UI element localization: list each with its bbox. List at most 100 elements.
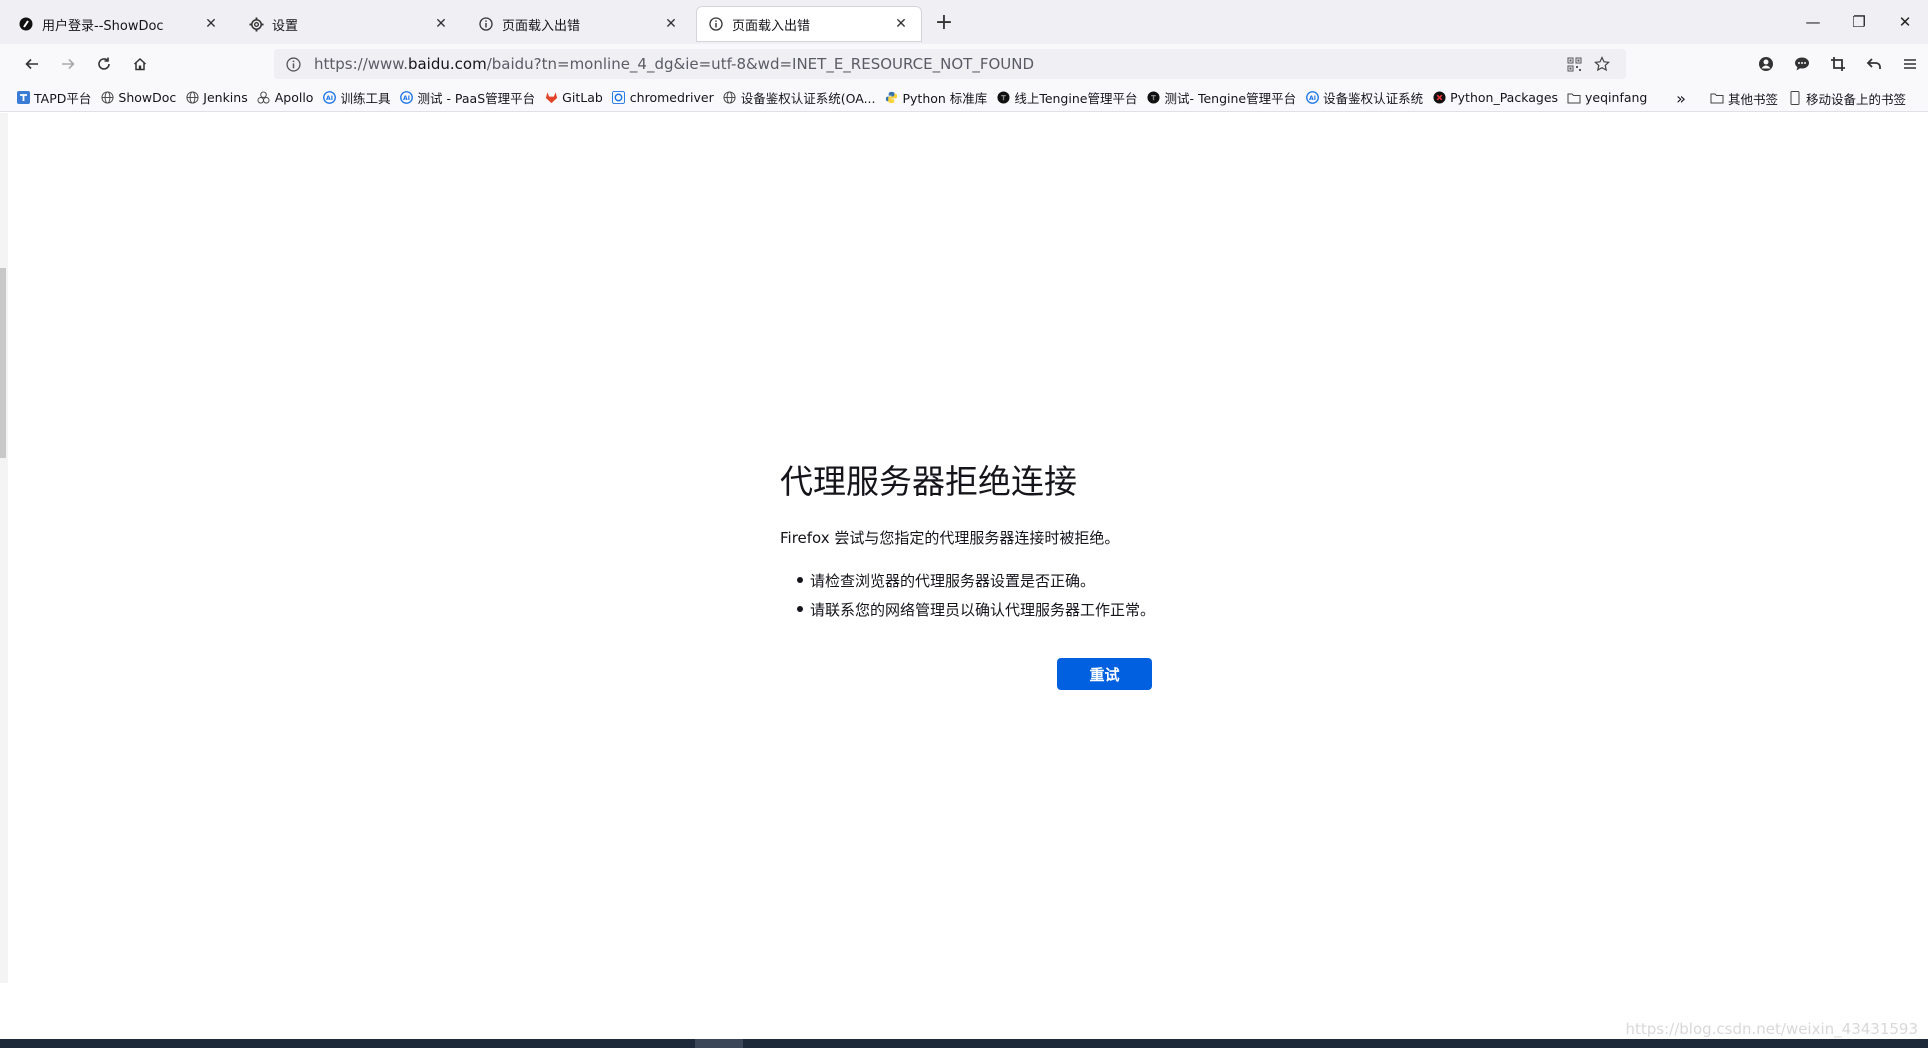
bookmark-label: TAPD平台: [34, 91, 92, 106]
python-icon: [885, 91, 899, 105]
gitlab-icon: [544, 91, 558, 105]
other-bookmarks-folder[interactable]: 其他书签: [1710, 89, 1778, 108]
home-icon: [133, 57, 147, 71]
bookmark-label: ShowDoc: [118, 90, 177, 105]
bookmark-label: Jenkins: [203, 90, 248, 105]
error-title: 代理服务器拒绝连接: [780, 462, 1077, 501]
list-item: 请检查浏览器的代理服务器设置是否正确。: [780, 570, 1160, 591]
info-icon: [708, 16, 724, 32]
close-icon[interactable]: ✕: [892, 15, 910, 33]
back-button[interactable]: [14, 48, 50, 80]
qr-code-icon[interactable]: [1560, 57, 1588, 72]
bookmark-label: 设备鉴权认证系统(OA...: [740, 91, 876, 106]
bookmark-label: 移动设备上的书签: [1805, 91, 1906, 107]
toolbar-right: [1748, 48, 1928, 80]
svg-text:AI: AI: [326, 95, 333, 102]
globe-icon: [100, 91, 114, 105]
close-icon[interactable]: ✕: [662, 15, 680, 33]
bookmark-label: Python_Packages: [1450, 90, 1559, 105]
taskbar-item[interactable]: [695, 1039, 743, 1048]
arrow-left-icon: [25, 58, 38, 70]
svg-text:AI: AI: [1309, 95, 1316, 102]
bookmarks-right: » 其他书签 移动设备上的书签: [1676, 84, 1916, 112]
tab-title: 设置: [272, 18, 299, 34]
scrollbar-thumb[interactable]: [0, 268, 6, 458]
bookmarks-bar: TAPD平台 ShowDoc Jenkins Apollo AI 训练工具 AI 测…: [0, 84, 1928, 112]
bookmark-item[interactable]: Jenkins: [185, 90, 248, 105]
site-info-icon[interactable]: [284, 55, 302, 73]
info-icon: [478, 16, 494, 32]
account-icon[interactable]: [1748, 48, 1784, 80]
ai-icon: AI: [1305, 91, 1319, 105]
new-tab-button[interactable]: +: [928, 6, 960, 38]
bookmark-label: Apollo: [274, 90, 314, 105]
url-bar[interactable]: https://www.baidu.com/baidu?tn=monline_4…: [274, 49, 1626, 79]
tab-strip: 用户登录--ShowDoc ✕ 设置 ✕ 页面载入出错 ✕ 页面载入出错 ✕ +…: [0, 0, 1928, 44]
list-item: 请联系您的网络管理员以确认代理服务器工作正常。: [780, 599, 1160, 620]
restore-icon[interactable]: ❐: [1836, 0, 1882, 44]
folder-icon: [1567, 91, 1581, 105]
bookmark-item[interactable]: chromedriver: [612, 90, 714, 105]
mobile-icon: [1788, 91, 1802, 105]
bookmark-item[interactable]: TAPD平台: [16, 88, 91, 107]
bookmark-item[interactable]: 测试- Tengine管理平台: [1146, 88, 1296, 107]
chromedriver-icon: [612, 91, 626, 105]
tab-error-active[interactable]: 页面载入出错 ✕: [696, 6, 922, 42]
chat-icon[interactable]: [1784, 48, 1820, 80]
bookmark-item[interactable]: Python_Packages: [1432, 90, 1558, 105]
bookmarks-overflow-button[interactable]: »: [1676, 89, 1700, 108]
scrollbar[interactable]: [0, 113, 8, 983]
gear-icon: [248, 16, 264, 32]
error-description: Firefox 尝试与您指定的代理服务器连接时被拒绝。: [780, 529, 1120, 547]
svg-text:AI: AI: [403, 95, 410, 102]
bookmark-item[interactable]: ShowDoc: [100, 90, 176, 105]
apollo-icon: [257, 91, 271, 105]
mobile-bookmarks-folder[interactable]: 移动设备上的书签: [1788, 89, 1906, 108]
tab-title: 用户登录--ShowDoc: [42, 18, 164, 34]
bookmark-item[interactable]: 设备鉴权认证系统(OA...: [723, 88, 876, 107]
bookmark-label: yeqinfang: [1585, 90, 1648, 105]
close-icon[interactable]: ✕: [432, 15, 450, 33]
bookmark-label: 测试- Tengine管理平台: [1164, 91, 1297, 106]
tab-showdoc[interactable]: 用户登录--ShowDoc ✕: [6, 6, 232, 42]
url-path: /baidu?tn=monline_4_dg&ie=utf-8&wd=INET_…: [486, 55, 1035, 73]
tab-title: 页面载入出错: [502, 18, 581, 34]
tengine-icon: [1146, 91, 1160, 105]
watermark: https://blog.csdn.net/weixin_43431593: [1625, 1020, 1918, 1038]
close-icon[interactable]: ✕: [202, 15, 220, 33]
bookmark-label: GitLab: [562, 90, 603, 105]
bookmark-item[interactable]: 线上Tengine管理平台: [996, 88, 1137, 107]
globe-icon: [723, 91, 737, 105]
pypi-icon: [1432, 91, 1446, 105]
bookmark-label: 设备鉴权认证系统: [1323, 91, 1424, 106]
tapd-icon: [16, 91, 30, 105]
tengine-icon: [996, 91, 1010, 105]
bookmark-item[interactable]: AI 训练工具: [322, 88, 390, 107]
tab-settings[interactable]: 设置 ✕: [236, 6, 462, 42]
ai-icon: AI: [399, 91, 413, 105]
bookmark-item[interactable]: Python 标准库: [885, 88, 987, 107]
minimize-icon[interactable]: —: [1790, 0, 1836, 44]
bookmark-item[interactable]: AI 设备鉴权认证系统: [1305, 88, 1423, 107]
bookmark-item[interactable]: GitLab: [544, 90, 603, 105]
home-button[interactable]: [122, 48, 158, 80]
forward-button[interactable]: [50, 48, 86, 80]
bookmark-item[interactable]: Apollo: [257, 90, 314, 105]
url-text[interactable]: https://www.baidu.com/baidu?tn=monline_4…: [314, 55, 1560, 73]
retry-button[interactable]: 重试: [1057, 658, 1152, 690]
tab-error-1[interactable]: 页面载入出错 ✕: [466, 6, 692, 42]
ai-icon: AI: [322, 91, 336, 105]
bookmark-star-icon[interactable]: [1588, 56, 1616, 72]
bookmark-label: chromedriver: [629, 90, 714, 105]
reload-button[interactable]: [86, 48, 122, 80]
bookmark-item[interactable]: AI 测试 - PaaS管理平台: [399, 88, 535, 107]
showdoc-icon: [18, 16, 34, 32]
crop-icon[interactable]: [1820, 48, 1856, 80]
bookmark-label: 训练工具: [340, 91, 391, 106]
window-close-icon[interactable]: ✕: [1882, 0, 1928, 44]
undo-icon[interactable]: [1856, 48, 1892, 80]
globe-icon: [185, 91, 199, 105]
nav-bar: https://www.baidu.com/baidu?tn=monline_4…: [0, 44, 1928, 84]
menu-icon[interactable]: [1892, 48, 1928, 80]
bookmark-folder[interactable]: yeqinfang: [1567, 90, 1647, 105]
